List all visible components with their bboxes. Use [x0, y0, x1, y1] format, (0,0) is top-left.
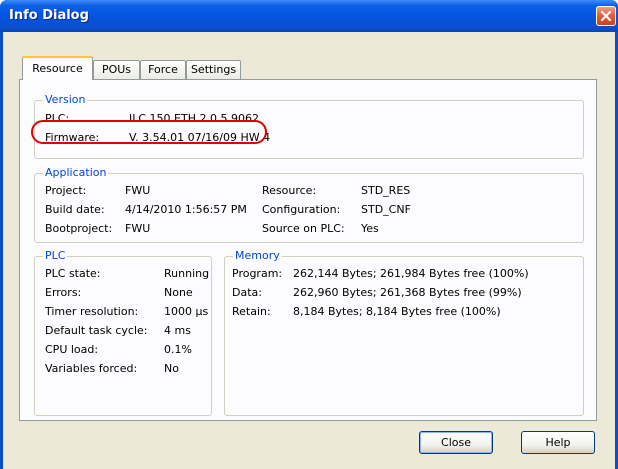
retain-memory-label: Retain: [232, 305, 271, 318]
cpu-load-value: 0.1% [164, 343, 192, 356]
application-group: Application Project: FWU Build date: 4/1… [34, 166, 584, 243]
plc-group-title: PLC [43, 249, 68, 263]
variables-forced-label: Variables forced: [45, 362, 138, 375]
plc-group: PLC PLC state: Running Errors: None Time… [34, 249, 212, 416]
configuration-value: STD_CNF [361, 203, 411, 216]
variables-forced-value: No [164, 362, 179, 375]
plc-state-label: PLC state: [45, 267, 101, 280]
application-group-title: Application [43, 166, 109, 180]
tab-pous[interactable]: POUs [93, 60, 140, 79]
tab-force[interactable]: Force [140, 60, 186, 79]
source-on-plc-value: Yes [361, 222, 379, 235]
errors-label: Errors: [45, 286, 82, 299]
bootproject-value: FWU [125, 222, 151, 235]
project-label: Project: [45, 184, 87, 197]
tab-settings[interactable]: Settings [186, 60, 241, 79]
timer-resolution-value: 1000 µs [164, 305, 209, 318]
plc-state-value: Running [164, 267, 210, 280]
close-icon [600, 10, 612, 22]
info-dialog-window: Info Dialog Resource POUs Force Settings… [0, 0, 618, 469]
default-task-cycle-label: Default task cycle: [45, 324, 148, 337]
memory-group-title: Memory [233, 249, 282, 263]
resource-label: Resource: [262, 184, 317, 197]
retain-memory-value: 8,184 Bytes; 8,184 Bytes free (100%) [293, 305, 501, 318]
data-memory-value: 262,960 Bytes; 261,368 Bytes free (99%) [293, 286, 522, 299]
tab-resource[interactable]: Resource [22, 56, 93, 80]
dialog-client-area: Resource POUs Force Settings Version PLC… [3, 32, 615, 469]
close-button[interactable]: Close [419, 431, 493, 454]
default-task-cycle-value: 4 ms [164, 324, 191, 337]
resource-value: STD_RES [361, 184, 411, 197]
build-date-value: 4/14/2010 1:56:57 PM [125, 203, 247, 216]
firmware-highlight-ellipse [31, 120, 267, 144]
project-value: FWU [125, 184, 151, 197]
version-group-title: Version [43, 93, 88, 107]
program-memory-value: 262,144 Bytes; 261,984 Bytes free (100%) [293, 267, 529, 280]
timer-resolution-label: Timer resolution: [45, 305, 139, 318]
title-bar[interactable]: Info Dialog [0, 0, 618, 32]
program-memory-label: Program: [232, 267, 283, 280]
errors-value: None [164, 286, 193, 299]
bootproject-label: Bootproject: [45, 222, 113, 235]
configuration-label: Configuration: [262, 203, 341, 216]
cpu-load-label: CPU load: [45, 343, 99, 356]
source-on-plc-label: Source on PLC: [262, 222, 345, 235]
close-window-button[interactable] [596, 6, 616, 26]
data-memory-label: Data: [232, 286, 262, 299]
memory-group: Memory Program: 262,144 Bytes; 261,984 B… [224, 249, 584, 416]
build-date-label: Build date: [45, 203, 105, 216]
window-title: Info Dialog [9, 8, 89, 23]
help-button[interactable]: Help [521, 431, 595, 454]
